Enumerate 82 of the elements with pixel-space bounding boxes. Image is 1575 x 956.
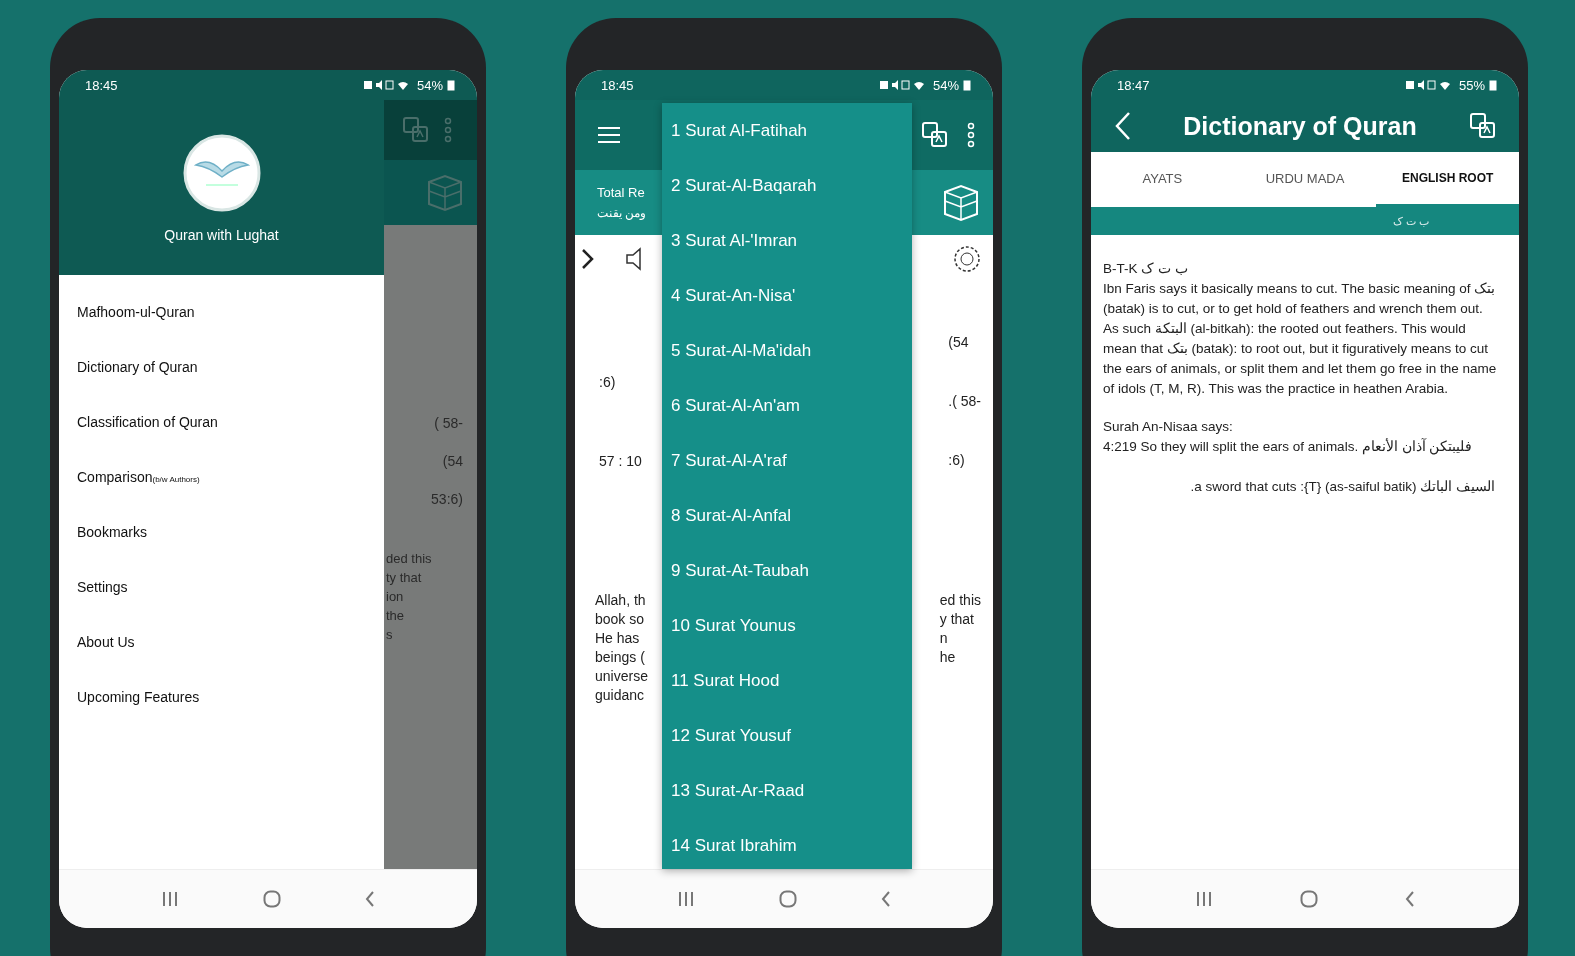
surah-menu-item[interactable]: 2 Surat-Al-Baqarah	[662, 163, 912, 218]
battery-percent: 54%	[416, 77, 443, 93]
drawer-menu-item[interactable]: Mafhoom-ul-Quran	[77, 302, 384, 323]
back-icon[interactable]	[881, 891, 891, 907]
text-fragment: He has	[595, 629, 641, 648]
home-icon[interactable]	[263, 890, 281, 908]
surah-menu-item[interactable]: 5 Surat-Al-Ma'idah	[662, 328, 912, 383]
root-letters: ب ت ک	[1392, 214, 1429, 228]
recent-apps-icon[interactable]	[677, 891, 695, 907]
drawer-menu-item[interactable]: Bookmarks	[77, 522, 384, 543]
verse-fragment: :6)	[948, 451, 966, 470]
text-fragment: he	[939, 648, 957, 667]
text-fragment: n	[939, 629, 949, 648]
text-fragment: ion	[386, 588, 405, 606]
surah-menu-item[interactable]: 10 Surat Younus	[662, 603, 912, 658]
text-fragment: ded this	[386, 550, 432, 568]
entry-heading: B-T-K ب ت ک	[1103, 260, 1189, 278]
surah-menu-item[interactable]: 6 Surat-Al-An'am	[662, 383, 912, 438]
drawer-menu-item[interactable]: Comparison(b/w Authors)	[77, 467, 384, 488]
verse-fragment: 57 : 10	[599, 452, 642, 471]
verse-fragment: .( 58-	[948, 392, 981, 411]
verse-fragment: (54	[442, 453, 463, 469]
text-fragment: ed this	[939, 591, 981, 610]
entry-paragraph: Ibn Faris says it basically means to cut. The basic meaning of بتک (batak) is to cut, or to get hold of feathers and wrench them out. As such البتکة (al-bitkah): the rooted out feathers. This would mean that بتک (batak): to root out, but it figuratively means to cut the ears of animals, or split them and let them go free in the name of idols (T, M, R). This was the practice in heathen Arabia.	[1103, 280, 1498, 398]
status-time: 18:45	[601, 77, 634, 93]
recent-apps-icon[interactable]	[1194, 891, 1213, 907]
text-fragment: Allah, th	[595, 591, 647, 610]
home-icon[interactable]	[1300, 890, 1318, 908]
info-text: Total Re	[597, 185, 646, 200]
verse-fragment: ( 58-	[434, 415, 463, 431]
surah-menu-item[interactable]: 12 Surat Yousuf	[662, 713, 912, 768]
battery-icon	[447, 79, 455, 91]
surah-menu-item[interactable]: 14 Surat Ibrahim	[662, 823, 912, 878]
entry-footer: السيف الباتك (as-saiful batik) {T}: a sword that cuts.	[1103, 477, 1499, 497]
verse-fragment: (54	[948, 333, 970, 352]
verse-marker-icon	[953, 245, 981, 273]
tab[interactable]: URDU MADA	[1233, 152, 1377, 207]
battery-percent: 54%	[932, 77, 959, 93]
battery-percent: 55%	[1458, 77, 1485, 93]
battery-icon	[1489, 79, 1497, 91]
status-time: 18:45	[85, 77, 118, 93]
drawer-menu-item[interactable]: Classification of Quran	[77, 412, 384, 433]
menu-icon[interactable]	[597, 126, 621, 144]
open-book-logo-icon	[181, 132, 262, 213]
surah-menu-item[interactable]: 7 Surat-Al-A'raf	[662, 438, 912, 493]
back-icon[interactable]	[1405, 891, 1416, 907]
drawer-menu-item[interactable]: Dictionary of Quran	[77, 357, 384, 378]
surah-menu-item[interactable]: 8 Surat-Al-Anfal	[662, 493, 912, 548]
back-icon[interactable]	[365, 891, 375, 907]
text-fragment: y that	[939, 610, 975, 629]
recent-apps-icon[interactable]	[161, 891, 179, 907]
app-name: Quran with Lughat	[164, 226, 279, 243]
tab[interactable]: AYATS	[1091, 152, 1234, 207]
text-fragment: beings (	[595, 648, 646, 667]
quote-text: 4:219 So they will split the ears of animals. فليبتكن آذان الأنعام	[1103, 437, 1474, 457]
surah-menu-item[interactable]: 4 Surat-An-Nisa'	[662, 273, 912, 328]
text-fragment: universe	[595, 667, 648, 686]
surah-menu-item[interactable]: 3 Surat Al-'Imran	[662, 218, 912, 273]
battery-icon	[963, 79, 971, 91]
verse-fragment: 53:6)	[431, 491, 463, 507]
home-icon[interactable]	[779, 890, 797, 908]
drawer-menu-item[interactable]: About Us	[77, 632, 384, 653]
surah-menu-item[interactable]: 13 Surat-Ar-Raad	[662, 768, 912, 823]
translate-icon[interactable]	[1469, 112, 1497, 140]
text-fragment: s	[386, 626, 394, 644]
translate-icon[interactable]	[921, 121, 949, 149]
text-fragment: guidanc	[595, 686, 646, 705]
chevron-right-icon[interactable]	[581, 248, 595, 270]
quote-heading: Surah An-Nisaa says:	[1103, 418, 1234, 436]
surah-menu-item[interactable]: 1 Surat Al-Fatihah	[662, 108, 912, 163]
text-fragment: the	[386, 607, 406, 625]
drawer-menu-item[interactable]: Settings	[77, 577, 384, 598]
text-fragment: book so	[595, 610, 646, 629]
page-title: Dictionary of Quran	[1182, 111, 1418, 141]
surah-menu-item[interactable]: 11 Surat Hood	[662, 658, 912, 713]
more-options-icon[interactable]	[967, 122, 975, 148]
status-time: 18:47	[1117, 77, 1150, 93]
text-fragment: ty that	[386, 569, 423, 587]
surah-menu-item[interactable]: 9 Surat-At-Taubah	[662, 548, 912, 603]
verse-fragment: :6)	[599, 373, 617, 392]
drawer-menu-item[interactable]: Upcoming Features	[77, 687, 384, 708]
info-subtext: ومن يقنت	[597, 206, 647, 220]
